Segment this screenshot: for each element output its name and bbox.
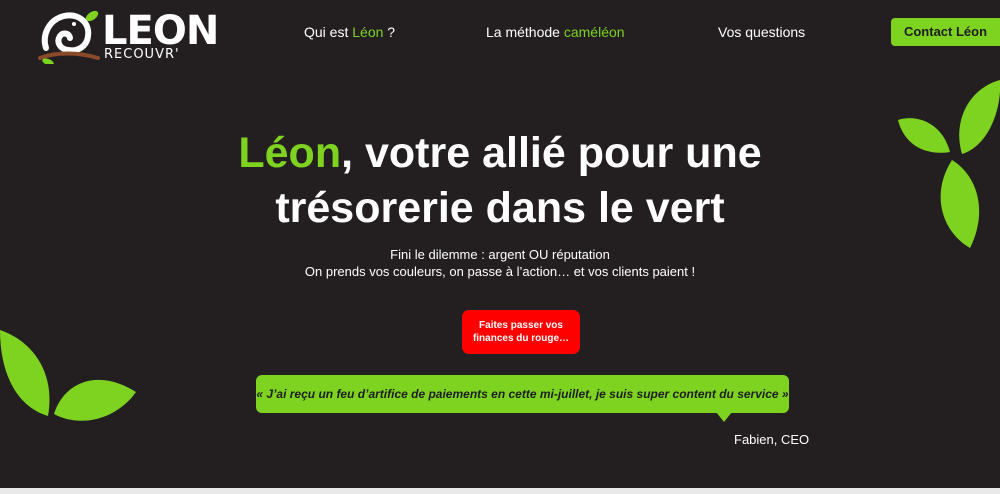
hero-title-highlight: Léon [238,129,342,177]
logo[interactable]: LEON RECOUVR' [38,8,228,64]
hero-title: Léon, votre allié pour une trésorerie da… [0,126,1000,236]
nav-item-vos-questions[interactable]: Vos questions [718,24,805,40]
hero-subtitle-line2: On prends vos couleurs, on passe à l’act… [304,264,696,279]
chameleon-icon [38,10,100,64]
nav-item-label: La méthode [486,24,564,40]
contact-button[interactable]: Contact Léon [891,18,1000,46]
logo-subtext: RECOUVR' [104,47,180,62]
bottom-divider [0,488,1000,494]
nav-item-suffix: ? [383,24,396,40]
nav-item-label: Qui est [304,24,353,40]
nav-item-highlight: caméléon [563,24,625,40]
page: LEON RECOUVR' Qui est Léon ? La méthode … [0,0,1000,494]
testimonial-bubble-tail [716,412,732,422]
nav-item-highlight: Léon [352,24,384,40]
nav-item-methode-cameleon[interactable]: La méthode caméléon [486,24,625,40]
hero-subtitle: Fini le dilemme : argent OU réputation O… [0,246,1000,280]
leaf-icon [54,379,136,421]
logo-text: LEON [102,8,219,54]
hero-subtitle-line1: Fini le dilemme : argent OU réputation [390,247,610,262]
testimonial-quote: « J’ai reçu un feu d’artifice de paiemen… [256,375,789,413]
cta-button[interactable]: Faites passer vos finances du rouge… [462,310,580,354]
testimonial-author: Fabien, CEO [734,432,810,447]
header: LEON RECOUVR' Qui est Léon ? La méthode … [0,0,1000,70]
hero-title-line1: , votre allié pour une [341,129,762,177]
nav-item-qui-est-leon[interactable]: Qui est Léon ? [304,24,395,40]
nav-item-label: Vos questions [718,24,806,40]
hero-title-line2: trésorerie dans le vert [275,184,725,232]
leaf-icon [0,330,50,416]
